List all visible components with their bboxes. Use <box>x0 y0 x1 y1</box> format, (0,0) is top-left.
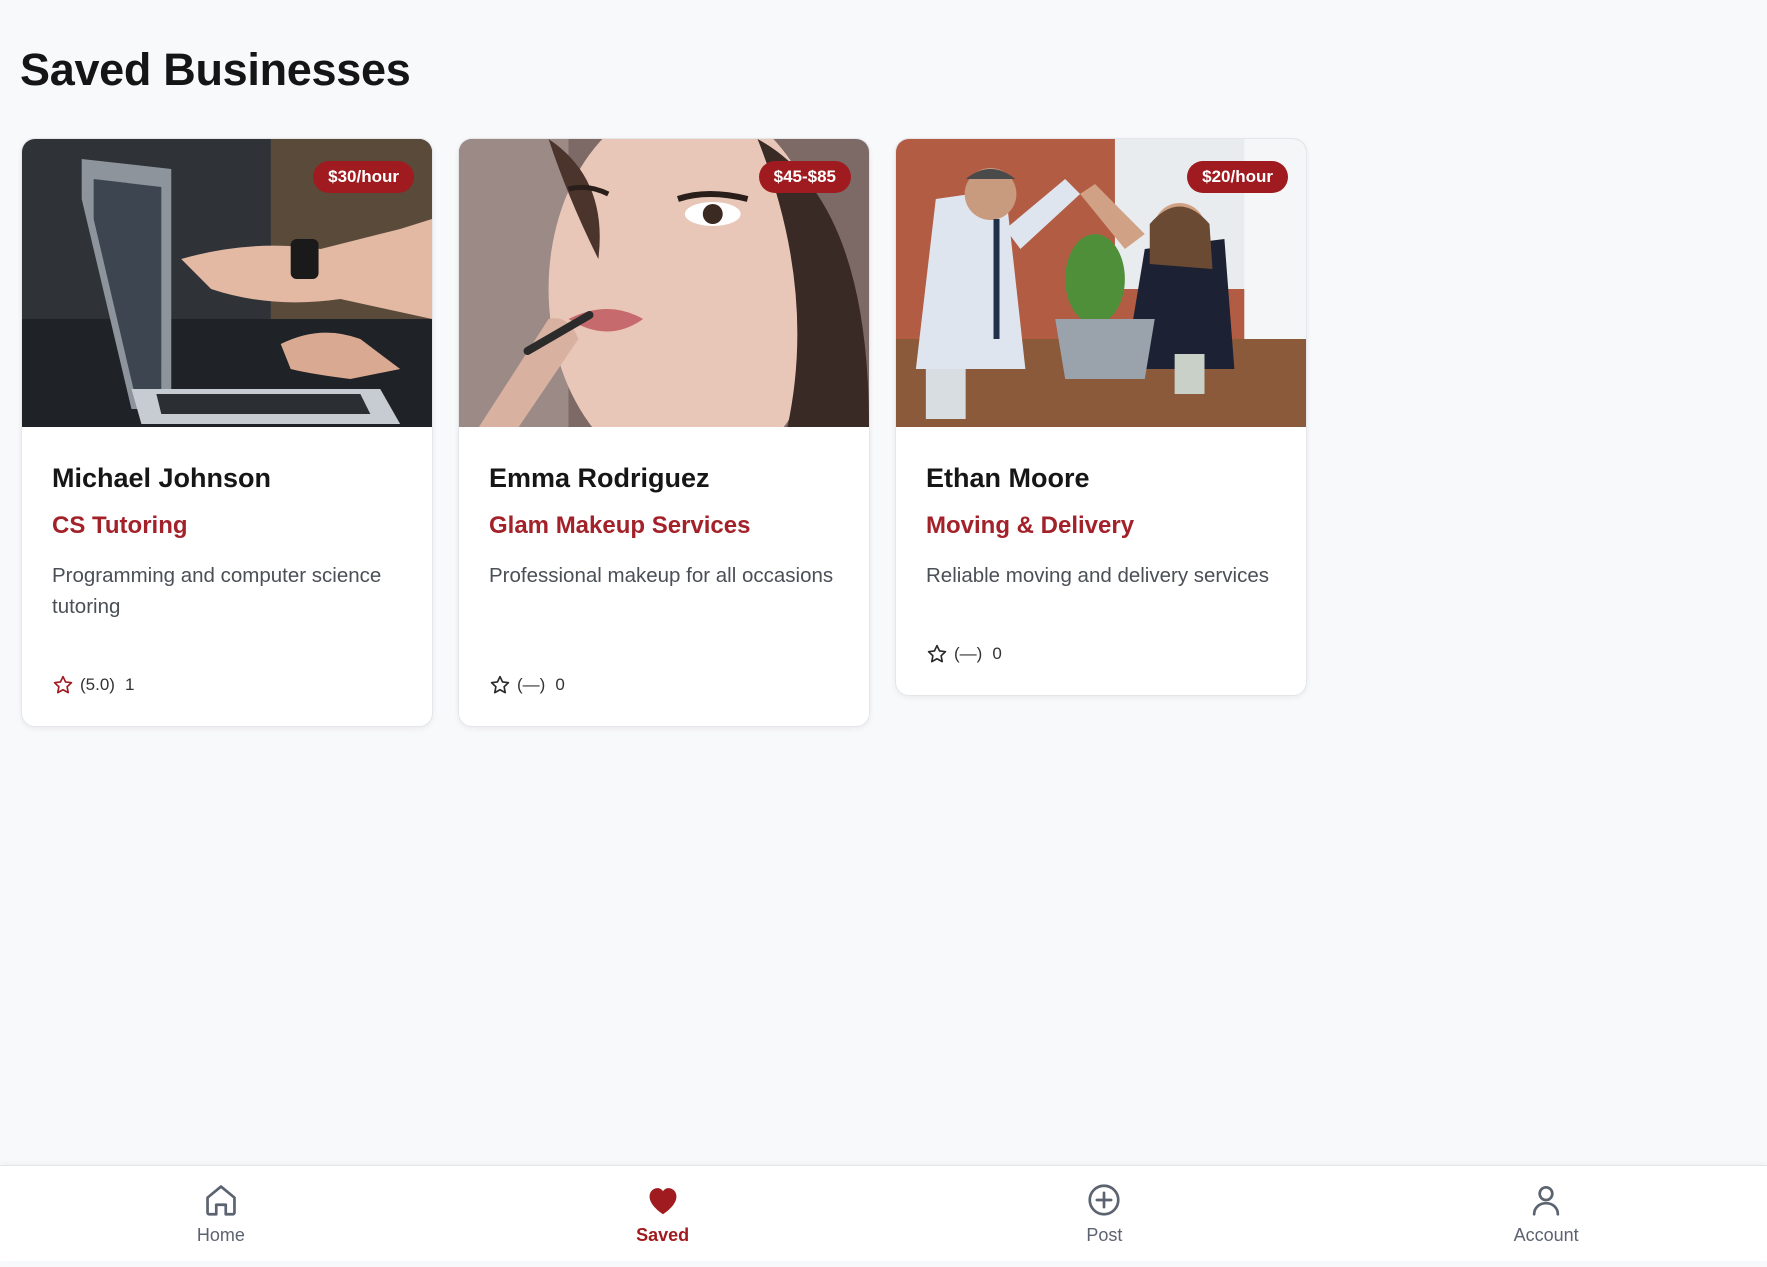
price-badge: $45-$85 <box>758 161 851 193</box>
business-description: Reliable moving and delivery services <box>926 564 1269 587</box>
nav-label-account: Account <box>1513 1225 1579 1245</box>
bottom-navigation: Home Saved Post Account <box>0 1165 1767 1261</box>
business-category: Moving & Delivery <box>926 512 1135 539</box>
user-icon <box>1532 1185 1560 1216</box>
business-card-ethan-moore[interactable]: $20/hour Ethan Moore Moving & Delivery R… <box>895 138 1307 696</box>
business-card-emma-rodriguez[interactable]: $45-$85 Emma Rodriguez Glam Makeup Servi… <box>458 138 870 727</box>
star-icon <box>927 644 947 663</box>
business-photo: $45-$85 <box>459 139 869 427</box>
nav-item-post[interactable]: Post <box>884 1166 1326 1261</box>
price-badge: $30/hour <box>313 161 414 193</box>
business-card-michael-johnson[interactable]: $30/hour Michael Johnson CS Tutoring Pro… <box>21 138 433 727</box>
page-title: Saved Businesses <box>20 44 411 95</box>
business-owner-name: Ethan Moore <box>926 463 1090 493</box>
star-icon <box>490 675 510 694</box>
rating-row: (5.0) 1 <box>52 674 402 696</box>
business-photo: $20/hour <box>896 139 1306 427</box>
review-count: 1 <box>124 675 135 694</box>
review-count: 0 <box>555 675 565 694</box>
business-owner-name: Michael Johnson <box>52 463 272 493</box>
business-description: Professional makeup for all occasions <box>489 564 834 587</box>
price-badge: $20/hour <box>1187 161 1288 193</box>
star-icon <box>53 675 73 694</box>
nav-item-account[interactable]: Account <box>1325 1166 1767 1261</box>
rating-value: (—) <box>517 675 546 694</box>
nav-item-saved[interactable]: Saved <box>442 1166 884 1261</box>
rating-row: (—) 0 <box>926 643 1276 665</box>
home-icon <box>206 1185 236 1216</box>
rating-row: (—) 0 <box>489 674 839 696</box>
nav-label-post: Post <box>1086 1225 1123 1245</box>
nav-label-saved: Saved <box>636 1225 690 1245</box>
rating-value: (5.0) <box>80 675 115 694</box>
nav-item-home[interactable]: Home <box>0 1166 442 1261</box>
review-count: 0 <box>992 644 1002 663</box>
business-owner-name: Emma Rodriguez <box>489 463 710 493</box>
saved-cards-grid: $30/hour Michael Johnson CS Tutoring Pro… <box>21 138 1307 727</box>
heart-icon <box>649 1188 677 1215</box>
nav-label-home: Home <box>196 1225 245 1245</box>
business-photo: $30/hour <box>22 139 432 427</box>
business-category: Glam Makeup Services <box>489 512 751 539</box>
business-category: CS Tutoring <box>52 512 188 539</box>
rating-value: (—) <box>954 644 983 663</box>
plus-circle-icon <box>1088 1184 1120 1216</box>
business-description: Programming and computer science tutorin… <box>52 564 382 618</box>
